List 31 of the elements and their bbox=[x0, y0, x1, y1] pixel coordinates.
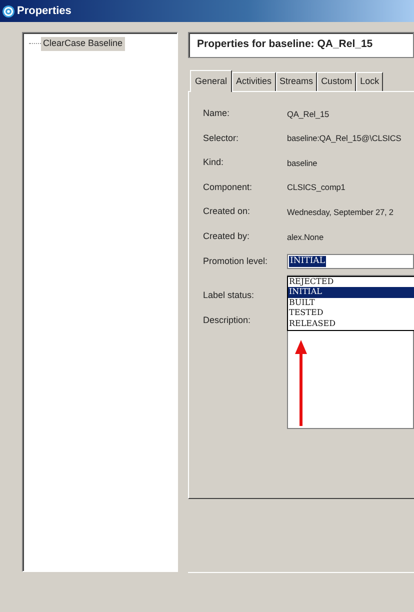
field-value: baseline:QA_Rel_15@\CLSICS bbox=[287, 132, 402, 145]
tab[interactable]: General bbox=[190, 70, 232, 92]
tab[interactable]: Streams bbox=[276, 72, 318, 90]
field-value: baseline bbox=[287, 156, 318, 170]
field-value: CLSICS_comp1 bbox=[287, 181, 346, 194]
field-label: Created by: bbox=[203, 230, 251, 244]
tab[interactable]: Activities bbox=[232, 72, 276, 90]
dropdown-option[interactable]: BUILT bbox=[288, 298, 414, 308]
dropdown-option[interactable]: INITIAL bbox=[288, 287, 414, 298]
description-field[interactable]: REJECTED INITIAL BUILT TESTED RELEASED bbox=[287, 274, 414, 429]
dropdown-option[interactable]: RELEASED bbox=[288, 319, 414, 330]
field-value: QA_Rel_15 bbox=[287, 108, 329, 120]
field-label: Created on: bbox=[203, 205, 252, 218]
field-label: Component: bbox=[203, 180, 254, 194]
promotion-combo[interactable]: INITIAL bbox=[287, 254, 414, 269]
app-icon bbox=[2, 4, 15, 18]
field-value: Wednesday, September 27, 2 bbox=[287, 206, 394, 218]
tree-item[interactable]: ClearCase Baseline bbox=[41, 37, 125, 50]
field-value: alex.None bbox=[287, 230, 324, 243]
dropdown-option[interactable]: TESTED bbox=[288, 308, 414, 320]
field-label: Selector: bbox=[203, 132, 240, 145]
header-text: Properties for baseline: QA_Rel_15 bbox=[188, 32, 414, 58]
field-label: Label status: bbox=[203, 288, 256, 302]
window-title: Properties bbox=[17, 4, 72, 19]
tab[interactable]: Lock bbox=[356, 72, 384, 90]
field-label: Promotion level: bbox=[203, 254, 269, 268]
field-label: Description: bbox=[203, 314, 252, 328]
field-label: Name: bbox=[203, 107, 231, 120]
tab[interactable]: Custom bbox=[317, 72, 356, 90]
dropdown-option[interactable]: REJECTED bbox=[288, 276, 414, 288]
field-label: Kind: bbox=[203, 156, 225, 170]
